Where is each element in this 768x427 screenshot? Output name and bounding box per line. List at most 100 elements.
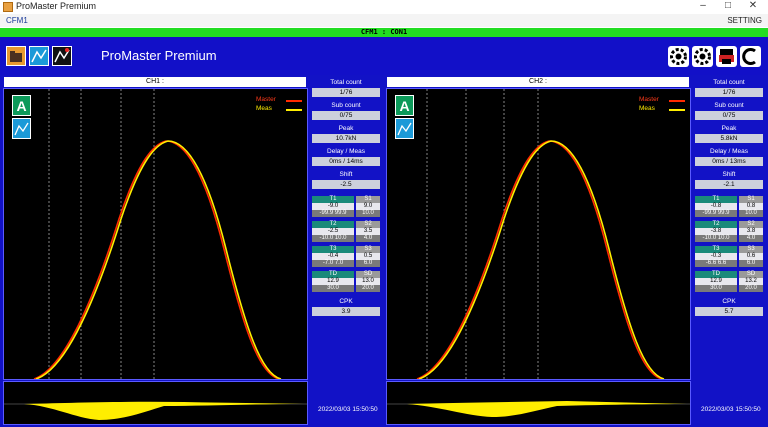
ch1-sd-range: 20.0 [356, 285, 380, 292]
ch2-legend-meas: Meas [639, 105, 655, 112]
print-icon[interactable] [716, 46, 737, 67]
ch2-t2-range: -10.0 10.0 [695, 235, 737, 242]
ch1-td-range: 30.0 [312, 285, 354, 292]
ch2-plot: A Master Meas [386, 88, 691, 380]
ch1-s2-range: 4.0 [356, 235, 380, 242]
ch1-sub-count: 0/75 [312, 111, 380, 120]
ch2-s1-range: 10.0 [739, 210, 763, 217]
ch1-legend-master: Master [256, 96, 276, 103]
ch1-plot: A Master Meas [3, 88, 308, 380]
ch1-t1-header: T1 [312, 196, 354, 203]
ch2-td-header: TD [695, 271, 737, 278]
ch2-t3-header: T3 [695, 246, 737, 253]
ch1-label: CH1 : [4, 77, 306, 87]
ch2-s1-value: 0.8 [739, 203, 763, 210]
ch2-s3-range: 6.0 [739, 260, 763, 267]
connection-status: CFM1 : CON1 [0, 28, 768, 37]
ch2-residual-plot [386, 381, 691, 425]
ch1-s1-range: 10.0 [356, 210, 380, 217]
ch1-t1-range: -99.9 99.9 [312, 210, 354, 217]
ch1-s2-value: 3.5 [356, 228, 380, 235]
ch1-chart-icon[interactable] [12, 118, 31, 139]
ch1-shift: -2.5 [312, 180, 380, 189]
ch1-s2-header: S2 [356, 221, 380, 228]
menu-cfm1[interactable]: CFM1 [6, 16, 28, 25]
ch1-t1-value: -9.0 [312, 203, 354, 210]
ch2-t3-value: -0.3 [695, 253, 737, 260]
ch2-total-count-label: Total count [713, 79, 745, 86]
ch1-delay-label: Delay / Meas [327, 148, 365, 155]
ch1-residual-plot [3, 381, 308, 425]
ch2-s2-header: S2 [739, 221, 763, 228]
ch2-cpk: 5.7 [695, 307, 763, 316]
ch2-chart-icon[interactable] [395, 118, 414, 139]
ch2-s3-header: S3 [739, 246, 763, 253]
ch1-shift-label: Shift [339, 171, 353, 178]
ch2-t1-header: T1 [695, 196, 737, 203]
ch1-cpk: 3.9 [312, 307, 380, 316]
ch2-grade-badge: A [395, 95, 414, 116]
ch2-t2-header: T2 [695, 221, 737, 228]
ch2-label: CH2 : [387, 77, 689, 87]
ch2-legend-master-swatch [669, 100, 685, 102]
ch1-t2-range: -10.0 10.0 [312, 235, 354, 242]
ch1-t3-value: -0.4 [312, 253, 354, 260]
ch2-td-range: 30.0 [695, 285, 737, 292]
close-icon[interactable]: ✕ [743, 0, 763, 11]
ch2-s3-value: 0.6 [739, 253, 763, 260]
gear-icon[interactable] [668, 46, 689, 67]
ch1-t3-header: T3 [312, 246, 354, 253]
window-titlebar: ProMaster Premium – □ ✕ [0, 0, 768, 14]
ch1-s1-value: 9.0 [356, 203, 380, 210]
ch2-cpk-label: CPK [722, 298, 736, 305]
ch1-sub-count-label: Sub count [331, 102, 361, 109]
ch1-total-count: 1/76 [312, 88, 380, 97]
folder-icon[interactable] [6, 46, 26, 66]
ch1-peak: 10.7kN [312, 134, 380, 143]
ch2-t1-value: -0.8 [695, 203, 737, 210]
ch1-s3-header: S3 [356, 246, 380, 253]
maximize-icon[interactable]: □ [718, 0, 738, 11]
ch2-legend-meas-swatch [669, 109, 685, 111]
ch1-s3-range: 6.0 [356, 260, 380, 267]
ch2-sub-count-label: Sub count [714, 102, 744, 109]
menu-setting[interactable]: SETTING [727, 16, 762, 25]
menu-bar: CFM1 SETTING [0, 14, 768, 27]
ch2-sd-value: 13.2 [739, 278, 763, 285]
main-area: CH1 : A Master Meas Total count 1/76 Sub… [0, 75, 768, 427]
ch2-sd-header: SD [739, 271, 763, 278]
ch1-td-value: 12.9 [312, 278, 354, 285]
ch2-timestamp: 2022/03/03 15:50:50 [701, 406, 761, 413]
ch2-t2-value: -3.8 [695, 228, 737, 235]
ch1-s3-value: 0.5 [356, 253, 380, 260]
ch2-sub-count: 0/75 [695, 111, 763, 120]
ch1-peak-label: Peak [338, 125, 354, 132]
ch2-shift: -2.1 [695, 180, 763, 189]
ch1-cpk-label: CPK [339, 298, 353, 305]
ch1-legend-meas-swatch [286, 109, 302, 111]
exit-icon[interactable] [740, 46, 761, 67]
ch2-shift-label: Shift [722, 171, 736, 178]
minimize-icon[interactable]: – [693, 0, 713, 11]
ch2-td-value: 12.9 [695, 278, 737, 285]
ch1-t2-value: -2.5 [312, 228, 354, 235]
ch2-t3-range: -6.6 6.6 [695, 260, 737, 267]
ch2-delay-label: Delay / Meas [710, 148, 748, 155]
ch2-peak: 5.8kN [695, 134, 763, 143]
chart-icon[interactable] [29, 46, 49, 66]
ch2-legend-master: Master [639, 96, 659, 103]
app-icon [3, 2, 13, 12]
ch1-delay: 0ms / 14ms [312, 157, 380, 166]
ch1-s1-header: S1 [356, 196, 380, 203]
settings-gear-icon[interactable] [692, 46, 713, 67]
ch2-t1-range: -99.9 99.9 [695, 210, 737, 217]
ch1-sd-header: SD [356, 271, 380, 278]
ch1-t3-range: -7.0 7.0 [312, 260, 354, 267]
ch1-legend-master-swatch [286, 100, 302, 102]
monitor-chart-icon[interactable] [52, 46, 72, 66]
page-title: ProMaster Premium [101, 48, 217, 63]
ch1-total-count-label: Total count [330, 79, 362, 86]
app-header: ProMaster Premium [0, 37, 768, 75]
ch2-peak-label: Peak [721, 125, 737, 132]
ch2-sd-range: 20.0 [739, 285, 763, 292]
